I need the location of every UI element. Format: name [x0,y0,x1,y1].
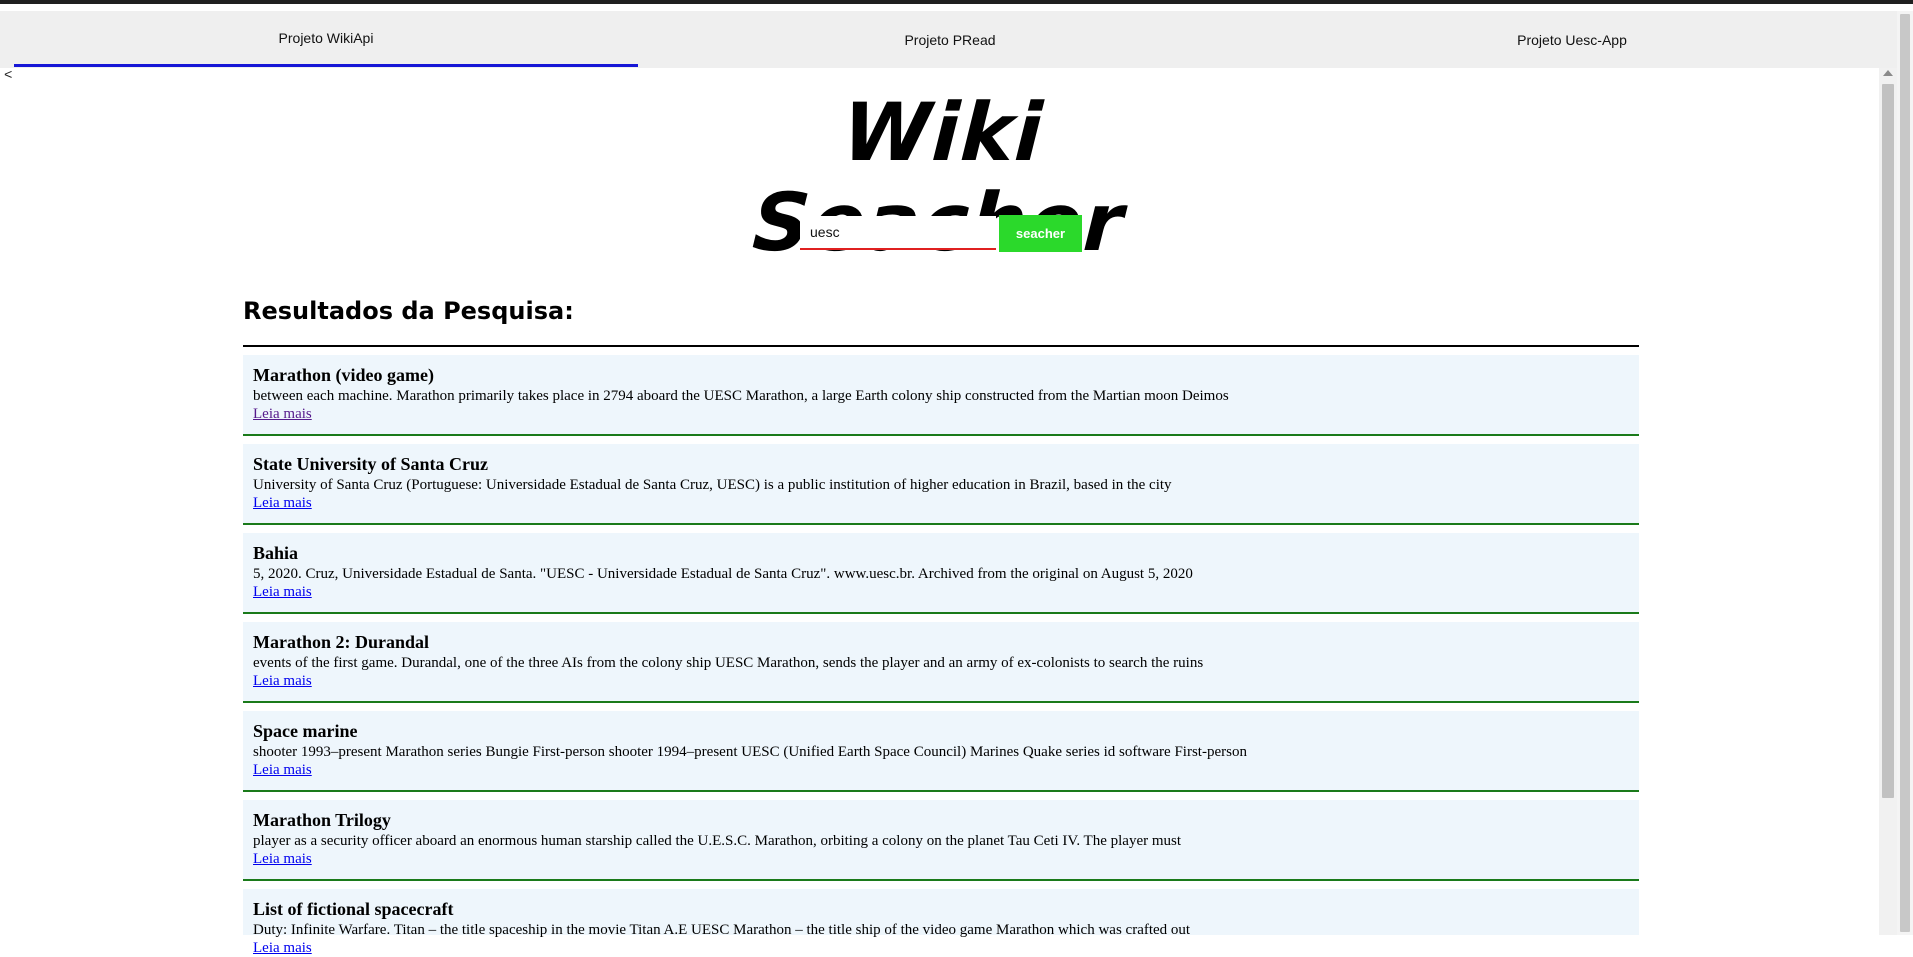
result-snippet: player as a security officer aboard an e… [253,833,1182,849]
result-snippet: University of Santa Cruz (Portuguese: Un… [253,477,1172,493]
tab-label: Projeto PRead [904,32,996,48]
scroll-up-arrow-icon[interactable] [1883,70,1893,76]
result-card: Marathon (video game) between each machi… [243,355,1639,436]
back-arrow-button[interactable]: < [4,68,12,84]
result-title: Space marine [253,721,358,741]
read-more-link[interactable]: Leia mais [253,940,312,957]
result-title: State University of Santa Cruz [253,454,488,474]
active-tab-indicator [14,64,638,67]
content-scrollbar-thumb[interactable] [1882,84,1894,798]
result-card: Space marine shooter 1993–present Marath… [243,711,1639,792]
read-more-link[interactable]: Leia mais [253,673,312,690]
read-more-link[interactable]: Leia mais [253,584,312,601]
read-more-link[interactable]: Leia mais [253,495,312,512]
results-divider [243,345,1639,347]
app-title: Wiki Seacher [750,86,1126,269]
result-snippet: events of the first game. Durandal, one … [253,655,1204,671]
read-more-link[interactable]: Leia mais [253,762,312,779]
tab-projeto-wikiapi[interactable]: Projeto WikiApi [14,11,638,68]
result-card: Marathon Trilogy player as a security of… [243,800,1639,881]
result-title: Marathon 2: Durandal [253,632,430,652]
result-title: List of fictional spacecraft [253,899,454,919]
result-card: State University of Santa Cruz Universit… [243,444,1639,525]
result-card: Marathon 2: Durandal events of the first… [243,622,1639,703]
result-card: Bahia 5, 2020. Cruz, Universidade Estadu… [243,533,1639,614]
read-more-link[interactable]: Leia mais [253,851,312,868]
search-button[interactable]: seacher [999,215,1082,252]
result-snippet: Duty: Infinite Warfare. Titan – the titl… [253,922,1191,938]
tab-label: Projeto WikiApi [278,30,374,46]
outer-scrollbar-thumb[interactable] [1900,14,1910,932]
window-top-edge [0,0,1913,4]
result-title: Bahia [253,543,299,563]
result-snippet: 5, 2020. Cruz, Universidade Estadual de … [253,566,1193,582]
tab-projeto-uesc-app[interactable]: Projeto Uesc-App [1262,11,1882,68]
read-more-link[interactable]: Leia mais [253,406,312,423]
results-heading: Resultados da Pesquisa: [243,297,574,325]
result-snippet: between each machine. Marathon primarily… [253,388,1229,404]
result-title: Marathon Trilogy [253,810,391,830]
result-title: Marathon (video game) [253,365,434,385]
project-tab-bar: Projeto WikiApi Projeto PRead Projeto Ue… [0,11,1897,68]
result-card: List of fictional spacecraft Duty: Infin… [243,889,1639,956]
search-input[interactable] [800,216,996,250]
tab-label: Projeto Uesc-App [1517,32,1627,48]
tab-projeto-pread[interactable]: Projeto PRead [638,11,1262,68]
result-snippet: shooter 1993–present Marathon series Bun… [253,744,1247,760]
